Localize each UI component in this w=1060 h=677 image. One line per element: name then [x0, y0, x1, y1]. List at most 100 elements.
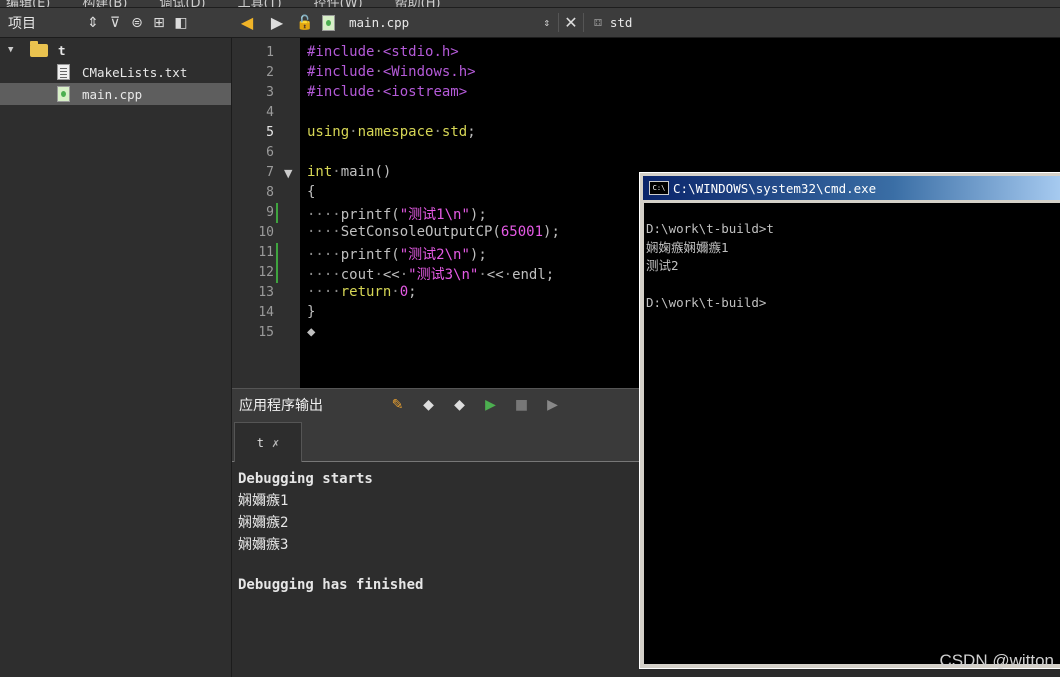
output-toolbar: 应用程序输出 ✎ ◆ ◆ ▶ ■ ▶: [232, 388, 640, 420]
code-line: ····SetConsoleOutputCP(65001);: [307, 224, 560, 240]
close-tab-icon[interactable]: ✗: [272, 436, 279, 450]
cpp-file-icon: [57, 86, 70, 102]
code-token: <Windows.h>: [382, 64, 476, 80]
menu-item[interactable]: 构建(B): [82, 0, 127, 7]
code-line: ◆: [307, 324, 315, 340]
code-line: using·namespace·std;: [307, 124, 476, 140]
menu-item[interactable]: 编辑(E): [6, 0, 50, 7]
next-item-icon[interactable]: ◆: [444, 397, 475, 413]
expand-arrow-icon[interactable]: ▼: [8, 45, 18, 55]
code-token: 65001: [500, 224, 544, 240]
console-line: D:\work\t-build>: [646, 295, 767, 310]
open-documents-combo[interactable]: main.cpp ⇕: [318, 12, 558, 34]
menu-item[interactable]: 调试(D): [159, 0, 205, 7]
code-token: }: [307, 304, 316, 320]
code-token: "测试1\n": [399, 207, 470, 223]
tree-item-main-cpp[interactable]: main.cpp: [0, 83, 231, 105]
change-marker: [276, 243, 278, 263]
console-line: 娴婅瘯娴嬭瘯1: [646, 239, 729, 255]
code-token: ·: [374, 44, 383, 60]
rerun-icon[interactable]: ▶: [475, 397, 506, 413]
split-icon[interactable]: ⊞: [148, 12, 170, 34]
current-file-name: main.cpp: [349, 15, 410, 30]
code-token: ·: [503, 267, 513, 283]
link-editor-icon[interactable]: ⊜: [126, 12, 148, 34]
cmd-console-output[interactable]: D:\work\t-build>t 娴婅瘯娴嬭瘯1 测试2 D:\work\t-bui…: [644, 203, 1060, 664]
code-token: );: [469, 207, 487, 223]
console-line: 测试2: [646, 258, 679, 273]
code-token: "测试2\n": [399, 247, 470, 263]
output-tab-t[interactable]: t ✗: [234, 422, 302, 462]
code-token: );: [469, 247, 487, 263]
navigate-back-icon[interactable]: ◀: [232, 13, 262, 32]
code-token: main(): [340, 164, 392, 180]
code-token: std: [441, 124, 468, 140]
line-number: 3: [266, 85, 274, 100]
line-number: 2: [266, 65, 274, 80]
code-line: #include·<iostream>: [307, 84, 467, 100]
code-token: int: [307, 164, 333, 180]
view-select-dropdown-icon[interactable]: ⇕: [82, 12, 104, 34]
line-number: 6: [266, 145, 274, 160]
code-token: cout: [340, 267, 375, 283]
code-line: }: [307, 304, 315, 320]
output-line: 娴嬭瘯2: [238, 515, 289, 531]
attach-debugger-icon[interactable]: ▶: [537, 397, 568, 413]
code-token: ····: [307, 267, 341, 283]
code-token: namespace: [357, 124, 434, 140]
code-line: {: [307, 184, 315, 200]
menu-item[interactable]: 帮助(H): [395, 0, 441, 7]
navigate-forward-icon[interactable]: ▶: [262, 13, 292, 32]
code-token: );: [543, 224, 560, 240]
code-token: {: [307, 184, 316, 200]
code-token: ····: [307, 284, 341, 300]
code-token: #include: [307, 44, 375, 60]
lock-icon[interactable]: 🔓: [292, 15, 318, 31]
code-token: return: [340, 284, 392, 300]
clear-output-icon[interactable]: ✎: [382, 397, 413, 413]
symbol-combo[interactable]: ⚃ std: [584, 15, 632, 30]
previous-item-icon[interactable]: ◆: [413, 397, 444, 413]
line-number: 1: [266, 45, 274, 60]
code-token: ·: [391, 284, 400, 300]
menu-item[interactable]: 工具(T): [238, 0, 282, 7]
code-token: ;: [408, 284, 417, 300]
code-token: <stdio.h>: [382, 44, 459, 60]
close-document-icon[interactable]: ✕: [558, 13, 584, 32]
folder-icon: [30, 40, 48, 57]
tree-item-project[interactable]: ▼ t: [0, 39, 231, 61]
code-token: ·: [332, 164, 341, 180]
change-marker: [276, 263, 278, 283]
change-marker: [276, 203, 278, 223]
code-token: ◆: [307, 324, 316, 340]
menu-bar: 编辑(E) 构建(B) 调试(D) 工具(T) 控件(W) 帮助(H): [0, 0, 1060, 8]
tree-item-cmakelists[interactable]: CMakeLists.txt: [0, 61, 231, 83]
console-icon: C:\: [649, 181, 669, 195]
code-token: 0: [399, 284, 409, 300]
fold-marker-icon[interactable]: ▼: [284, 167, 292, 180]
current-symbol: std: [609, 15, 633, 30]
code-line: ····printf("测试2\n");: [307, 244, 487, 264]
code-line: ····return·0;: [307, 284, 417, 300]
code-line: #include·<Windows.h>: [307, 64, 476, 80]
line-number: 8: [266, 185, 274, 200]
code-token: using: [307, 124, 350, 140]
filter-icon[interactable]: ⊽: [104, 12, 126, 34]
code-token: ····: [307, 224, 341, 240]
close-sidebar-icon[interactable]: ◧: [170, 12, 192, 34]
code-token: ;: [467, 124, 476, 140]
cmd-title-bar[interactable]: C:\ C:\WINDOWS\system32\cmd.exe: [643, 176, 1060, 200]
line-number: 14: [258, 305, 274, 320]
console-line: D:\work\t-build>t: [646, 221, 774, 236]
output-tab-bar: t ✗: [232, 420, 640, 462]
stop-icon[interactable]: ■: [506, 397, 537, 413]
output-line: 娴嬭瘯3: [238, 537, 289, 553]
code-token: #include: [307, 84, 375, 100]
code-token: endl;: [512, 267, 555, 283]
menu-item[interactable]: 控件(W): [314, 0, 363, 7]
cmd-window[interactable]: C:\ C:\WINDOWS\system32\cmd.exe D:\work\…: [639, 172, 1060, 669]
project-tree: ▼ t CMakeLists.txt main.cpp: [0, 38, 232, 677]
cmd-window-title: C:\WINDOWS\system32\cmd.exe: [673, 180, 877, 196]
code-token: printf(: [340, 207, 400, 223]
code-token: ·: [478, 267, 487, 283]
